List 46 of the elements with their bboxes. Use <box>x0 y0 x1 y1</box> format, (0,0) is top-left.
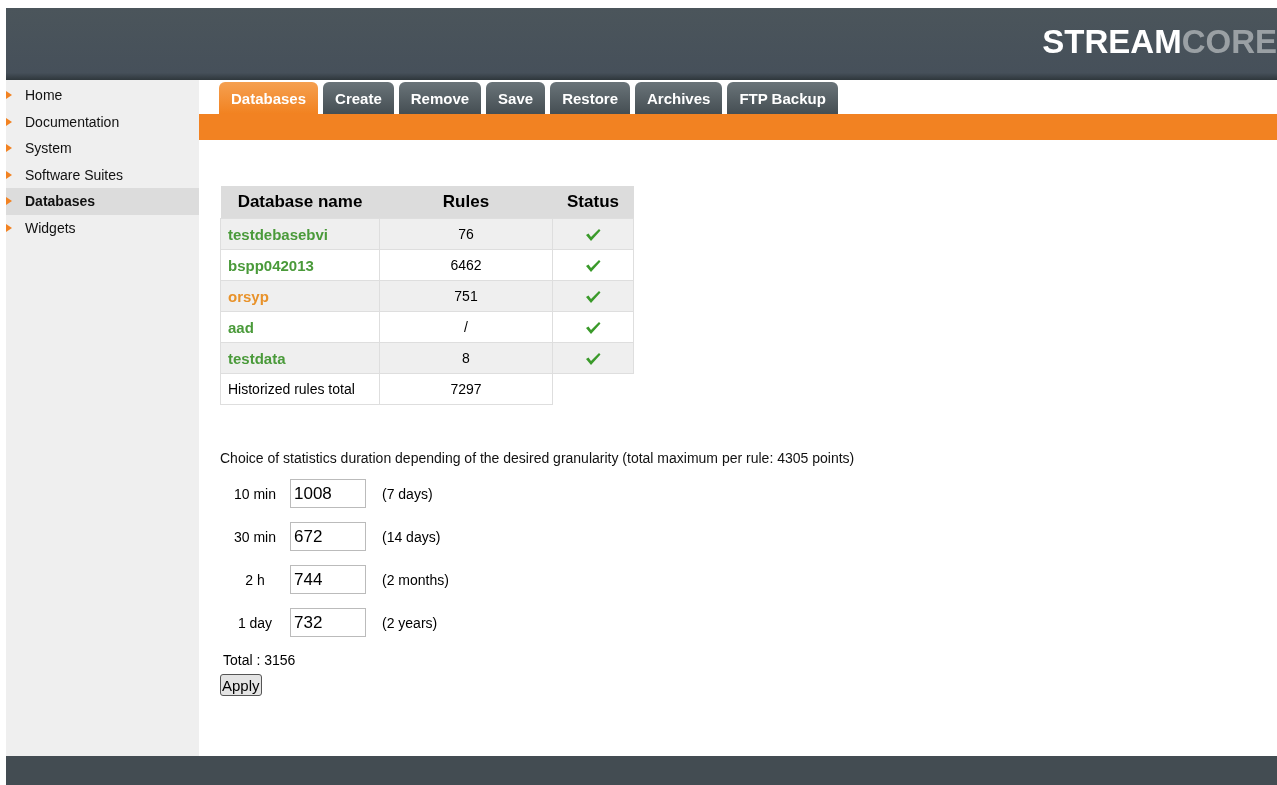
database-name-link[interactable]: aad <box>220 311 380 343</box>
duration-label: 2 h <box>244 571 266 588</box>
arrow-icon <box>6 223 12 232</box>
arrow-icon <box>6 170 12 179</box>
arrow-icon <box>6 91 12 100</box>
duration-note: (7 days) <box>382 485 433 502</box>
table-cell: Historized rules total <box>220 373 380 405</box>
duration-note: (14 days) <box>382 528 441 545</box>
table-cell: 76 <box>379 218 553 250</box>
tab[interactable]: Restore <box>550 82 630 114</box>
duration-label: 10 min <box>233 485 277 502</box>
arrow-icon <box>6 197 12 206</box>
description-text: Choice of statistics duration depending of the desired granularity (total maximum per rule: 4305 points) <box>220 450 856 466</box>
column-header: Status <box>552 186 634 219</box>
column-header: Database name <box>220 186 380 219</box>
tab[interactable]: FTP Backup <box>727 82 838 114</box>
sidebar-item[interactable]: System <box>6 135 199 162</box>
input-field[interactable]: 732 <box>290 608 366 637</box>
arrow-icon <box>6 144 12 153</box>
table-cell: / <box>379 311 553 343</box>
arrow-icon <box>6 117 12 126</box>
sidebar-item[interactable]: Databases <box>6 188 199 215</box>
duration-label: 1 day <box>236 614 274 631</box>
total-text: Total : 3156 <box>223 652 297 668</box>
column-header: Rules <box>379 186 553 219</box>
duration-label: 30 min <box>233 528 277 545</box>
sidebar-item[interactable]: Home <box>6 82 199 109</box>
tab[interactable]: Remove <box>398 82 482 114</box>
input-field[interactable]: 744 <box>290 565 366 594</box>
database-name-link[interactable]: bspp042013 <box>220 249 380 281</box>
table-cell: 8 <box>379 342 553 374</box>
sidebar-item[interactable]: Software Suites <box>6 161 199 188</box>
table-cell: 7297 <box>379 373 553 405</box>
sidebar-item[interactable]: Documentation <box>6 108 199 135</box>
sidebar-item[interactable]: Widgets <box>6 214 199 241</box>
tab[interactable]: Archives <box>635 82 723 114</box>
table-cell: 751 <box>379 280 553 312</box>
input-field[interactable]: 1008 <box>290 479 366 508</box>
apply-button[interactable]: Apply <box>220 674 262 696</box>
duration-note: (2 years) <box>382 614 438 631</box>
tab[interactable]: Save <box>486 82 546 114</box>
brand-logo: STREAMCORE <box>1042 23 1277 61</box>
tab[interactable]: Create <box>323 82 394 114</box>
duration-note: (2 months) <box>382 571 449 588</box>
input-field[interactable]: 672 <box>290 522 366 551</box>
table-cell: 6462 <box>379 249 553 281</box>
